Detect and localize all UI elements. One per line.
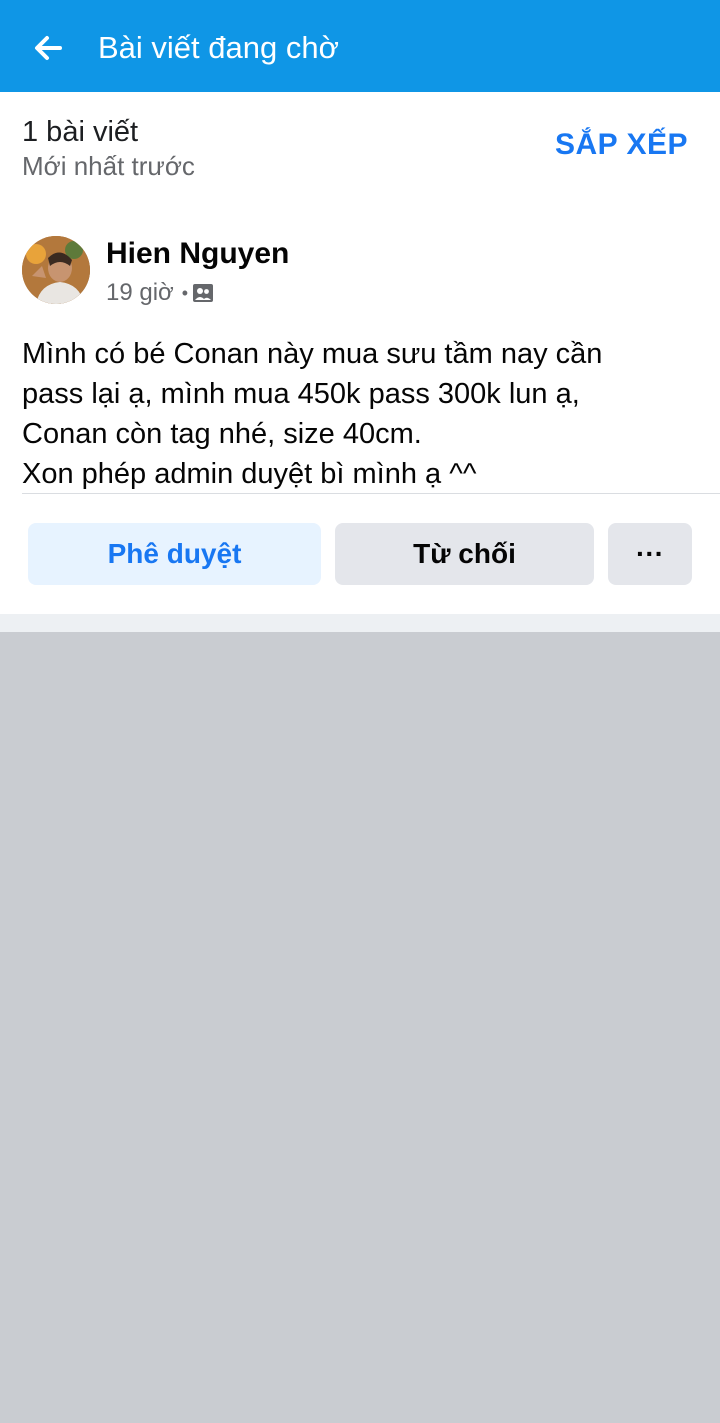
sort-button[interactable]: SẮP XẾP: [555, 126, 688, 164]
post-text-line: Conan còn tag nhé, size 40cm.: [22, 418, 422, 450]
more-options-button[interactable]: ···: [608, 523, 692, 585]
divider: [22, 493, 720, 494]
arrow-left-icon: [35, 36, 62, 60]
profile-photo-icon: [22, 236, 90, 304]
post-author-name[interactable]: Hien Nguyen: [106, 236, 289, 272]
avatar[interactable]: [22, 236, 90, 304]
post-time: 19 giờ: [106, 279, 174, 306]
section-separator: [0, 614, 720, 632]
post-content: Mình có bé Conan này mua sưu tầm nay cần…: [22, 334, 702, 494]
app-bar: Bài viết đang chờ: [0, 0, 720, 92]
post-text-line: Xon phép admin duyệt bì mình ạ ^^: [22, 458, 477, 490]
decline-button[interactable]: Từ chối: [335, 523, 594, 585]
back-button[interactable]: [22, 22, 74, 74]
approve-button[interactable]: Phê duyệt: [28, 523, 321, 585]
post-text-line: pass lại ạ, mình mua 450k pass 300k lun …: [22, 378, 580, 410]
group-icon: [193, 284, 214, 302]
page-title: Bài viết đang chờ: [98, 30, 339, 65]
post-count: 1 bài viết: [22, 116, 139, 148]
post-text-line: Mình có bé Conan này mua sưu tầm nay cần: [22, 338, 603, 370]
sort-order-label: Mới nhất trước: [22, 151, 195, 181]
meta-separator: •: [181, 282, 189, 303]
post-meta: 19 giờ •: [106, 278, 214, 308]
